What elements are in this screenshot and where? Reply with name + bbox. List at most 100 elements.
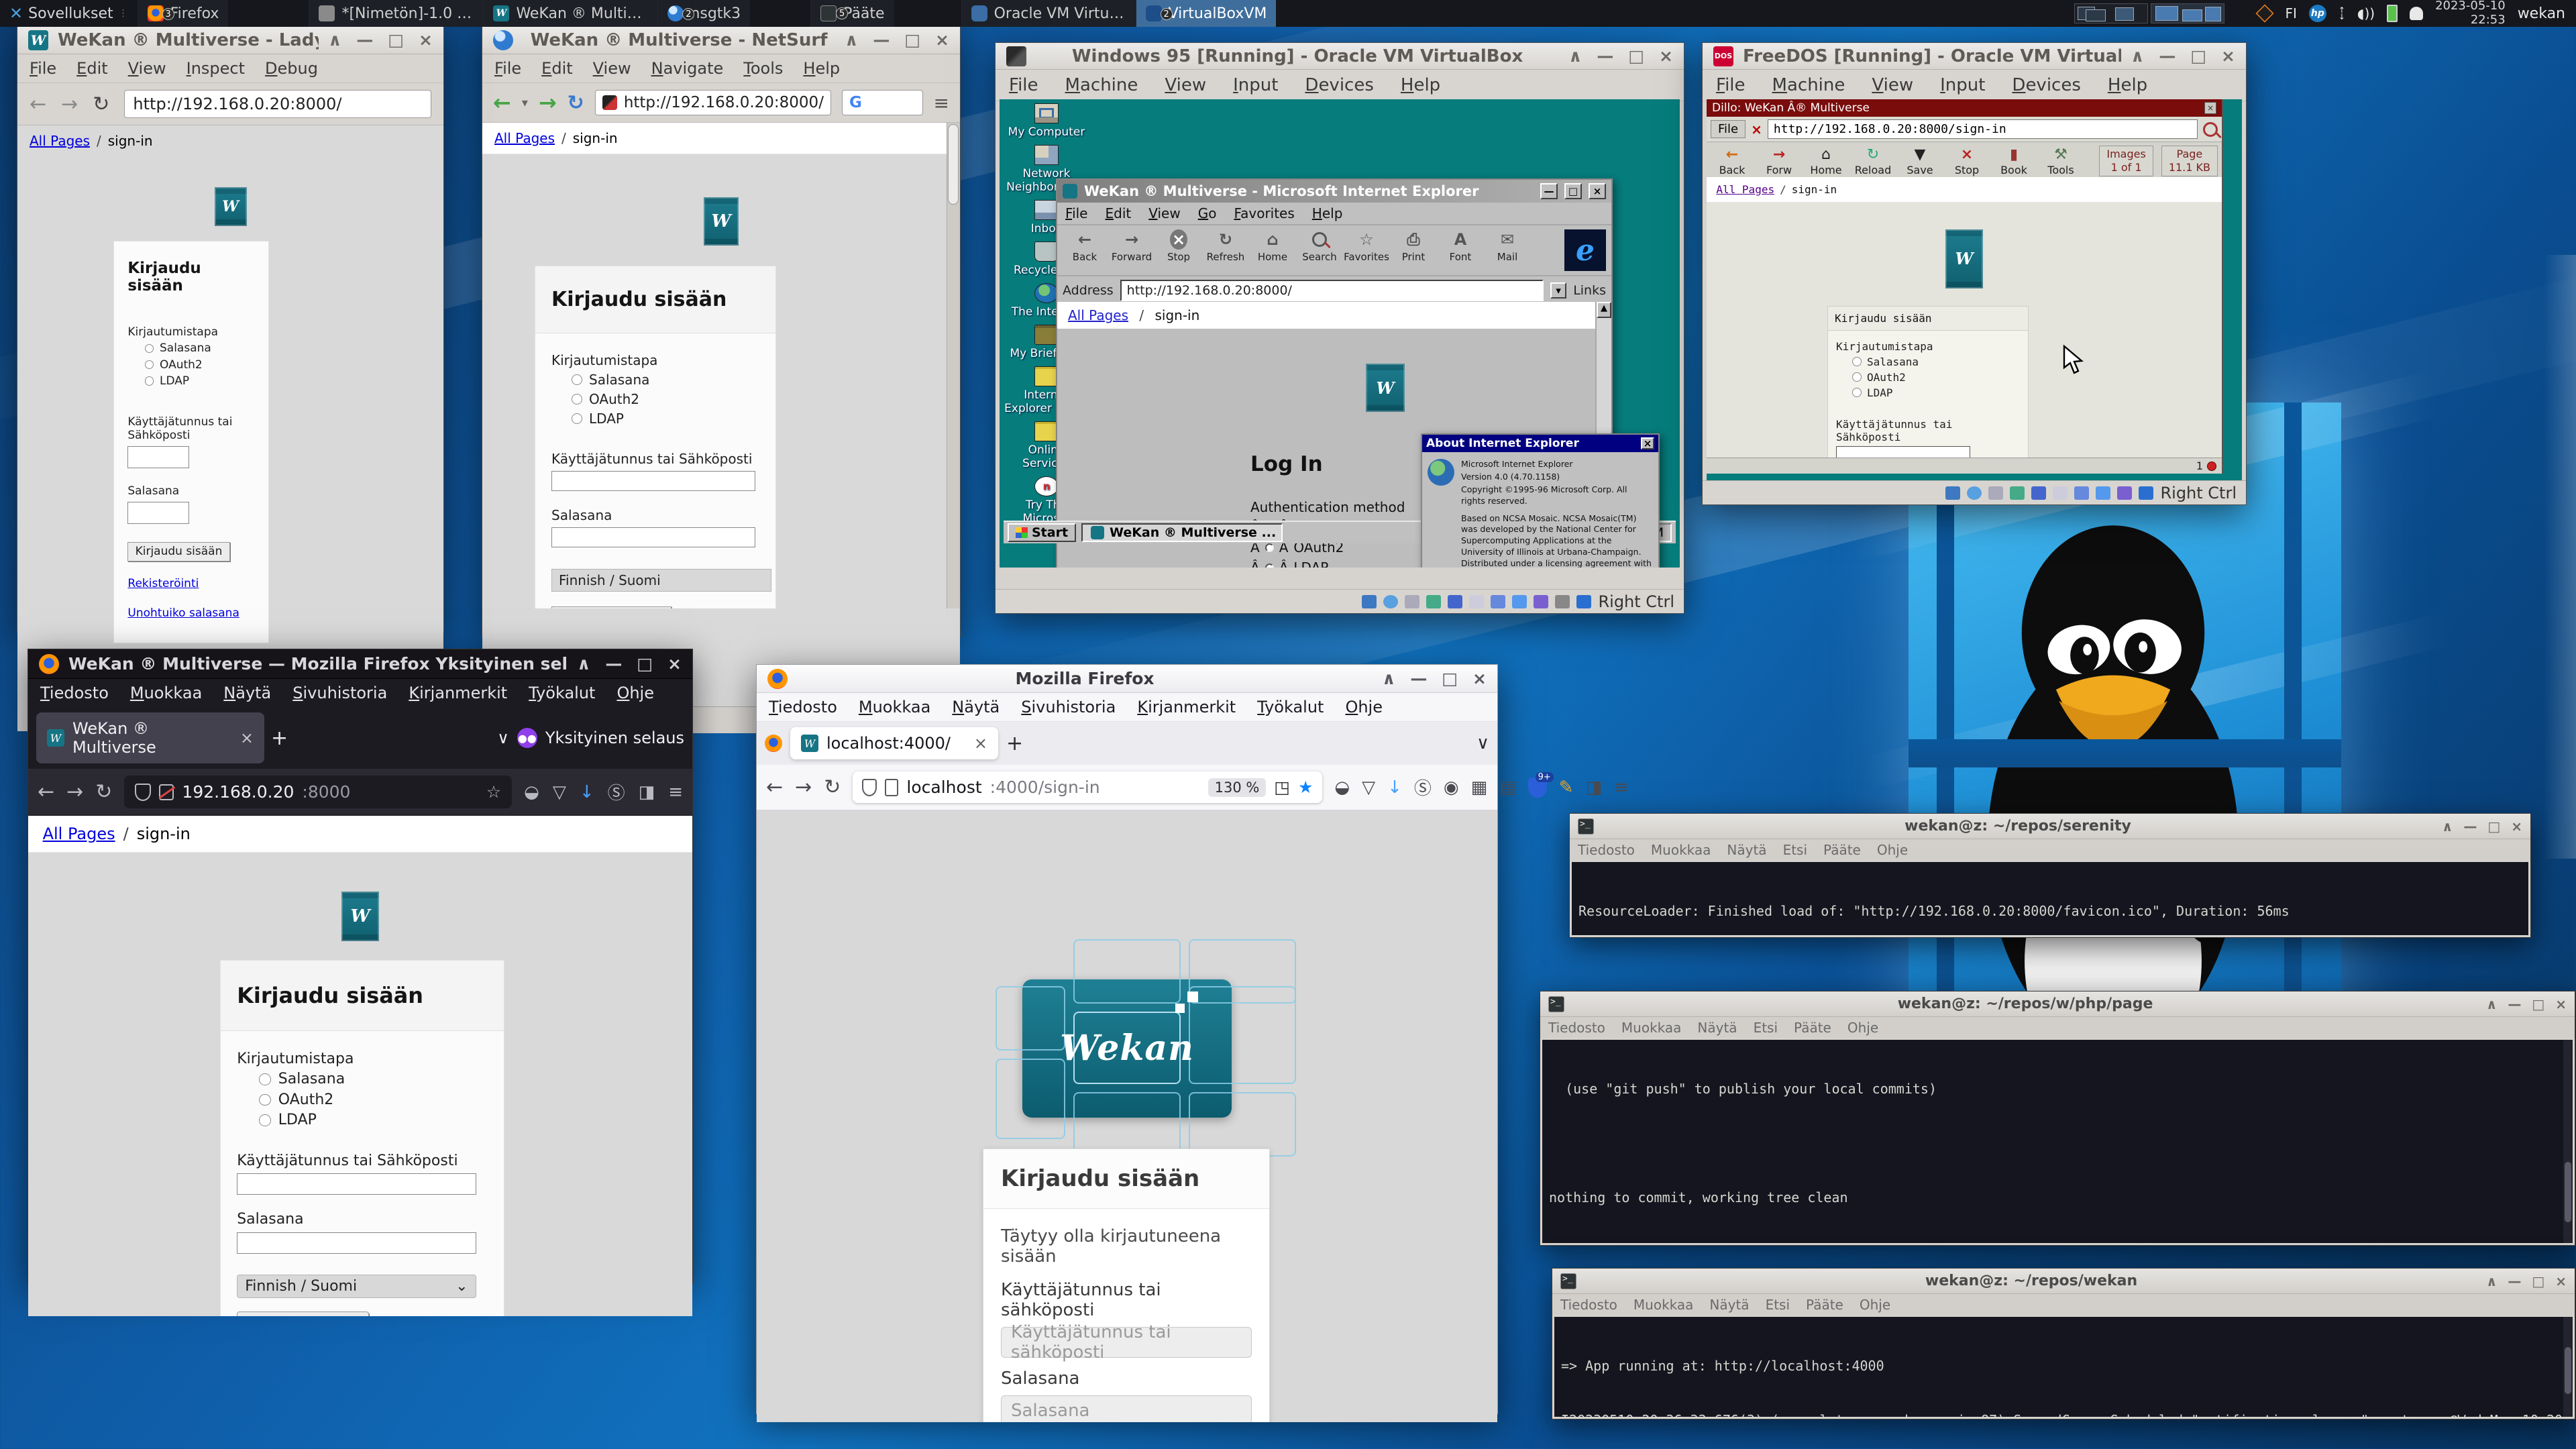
scrollbar-thumb[interactable] bbox=[2565, 1347, 2571, 1394]
menu-file[interactable]: File bbox=[1716, 75, 1746, 95]
mouse-icon[interactable] bbox=[1576, 595, 1591, 608]
menu-nayta[interactable]: Näytä bbox=[1727, 842, 1766, 858]
address-input[interactable]: http://192.168.0.20:8000/ bbox=[1120, 280, 1544, 301]
card-icon[interactable]: ▤ bbox=[1499, 777, 1516, 798]
username-input[interactable] bbox=[237, 1173, 476, 1195]
menu-ohje[interactable]: Ohje bbox=[1877, 842, 1908, 858]
start-button[interactable]: Start bbox=[1008, 523, 1076, 542]
menu-nayta[interactable]: Näytä bbox=[1709, 1297, 1749, 1313]
menu-machine[interactable]: Machine bbox=[1065, 75, 1138, 95]
title-bar[interactable]: W WeKan ® Multiverse - Ladybird ∧ — □ × bbox=[17, 26, 443, 54]
menu-tiedosto[interactable]: Tiedosto bbox=[769, 698, 837, 716]
taskbar-wekan-ladybird[interactable]: W WeKan ® Multiverse - L... bbox=[483, 0, 657, 27]
ie-title-bar[interactable]: WeKan ® Multiverse - Microsoft Internet … bbox=[1057, 180, 1611, 203]
icon-my-computer[interactable]: My Computer bbox=[1004, 103, 1089, 139]
close-button[interactable]: × bbox=[2555, 996, 2567, 1012]
url-bar[interactable]: 192.168.0.20:8000 ☆ bbox=[124, 775, 512, 808]
sponsor-icon[interactable]: Ⓢ bbox=[608, 780, 625, 804]
shade-button[interactable]: ∧ bbox=[577, 654, 590, 674]
reader-mode-icon[interactable]: ◳ bbox=[1274, 777, 1290, 797]
breadcrumb-all-pages-link[interactable]: All Pages bbox=[30, 133, 90, 149]
workspace-2-active[interactable] bbox=[2151, 3, 2224, 23]
menu-nayta[interactable]: Näytä bbox=[1697, 1020, 1737, 1036]
menu-tiedosto[interactable]: Tiedosto bbox=[1548, 1020, 1605, 1036]
shade-button[interactable]: ∧ bbox=[328, 30, 341, 50]
title-bar[interactable]: Windows 95 [Running] - Oracle VM Virtual… bbox=[996, 43, 1684, 70]
shade-button[interactable]: ∧ bbox=[1568, 46, 1582, 66]
reload-icon[interactable]: ↻ bbox=[95, 780, 112, 804]
menu-ohje[interactable]: Ohje bbox=[1847, 1020, 1878, 1036]
taskbar-virtualbox-manager[interactable]: Oracle VM VirtualBox M... bbox=[961, 0, 1136, 27]
menu-muokkaa[interactable]: Muokkaa bbox=[1621, 1020, 1682, 1036]
radio-icon[interactable] bbox=[572, 394, 582, 405]
shared-folder-icon[interactable] bbox=[1491, 595, 1505, 608]
vertical-scrollbar[interactable] bbox=[947, 123, 960, 608]
new-tab-button[interactable]: + bbox=[271, 727, 288, 750]
radio-icon[interactable] bbox=[1852, 388, 1862, 397]
menu-muokkaa[interactable]: Muokkaa bbox=[859, 698, 930, 716]
menu-sivuhistoria[interactable]: Sivuhistoria bbox=[1021, 698, 1116, 716]
breadcrumb-all-pages-link[interactable]: All Pages bbox=[1716, 183, 1774, 196]
sound-icon[interactable]: ◉ bbox=[1444, 777, 1459, 798]
back-icon[interactable]: ← bbox=[38, 780, 54, 804]
menu-help[interactable]: Help bbox=[2108, 75, 2147, 95]
radio-icon[interactable] bbox=[145, 344, 154, 354]
menu-debug[interactable]: Debug bbox=[265, 59, 318, 78]
shared-folder-icon[interactable] bbox=[2074, 486, 2089, 500]
app-menu-icon[interactable]: ≡ bbox=[1614, 777, 1629, 798]
breadcrumb-all-pages-link[interactable]: All Pages bbox=[1068, 307, 1128, 323]
taskbar-wekan-task[interactable]: WeKan ® Multiverse ... bbox=[1081, 523, 1283, 542]
app-menu-icon[interactable]: ≡ bbox=[668, 782, 683, 802]
password-input[interactable] bbox=[237, 1232, 476, 1254]
workspace-switcher[interactable] bbox=[2074, 3, 2224, 23]
radio-icon[interactable] bbox=[1265, 543, 1274, 552]
mouse-icon[interactable] bbox=[2139, 486, 2153, 500]
terminal-scrollbar[interactable] bbox=[2563, 1317, 2573, 1417]
audio-icon[interactable] bbox=[1426, 595, 1441, 608]
menu-inspect[interactable]: Inspect bbox=[186, 59, 245, 78]
radio-icon[interactable] bbox=[572, 413, 582, 424]
search-button[interactable]: Search bbox=[1297, 229, 1342, 263]
clear-url-icon[interactable]: × bbox=[1751, 121, 1762, 138]
extension-icon[interactable]: ◨ bbox=[1586, 777, 1603, 798]
taskbar-nsgtk3[interactable]: 2 nsgtk3 bbox=[657, 0, 750, 27]
menu-help[interactable]: Help bbox=[1401, 75, 1440, 95]
ie-maximize-button[interactable]: □ bbox=[1564, 183, 1582, 199]
title-bar[interactable]: DOS FreeDOS [Running] - Oracle VM Virtua… bbox=[1703, 43, 2246, 70]
username-input[interactable] bbox=[1836, 446, 1970, 458]
radio-icon[interactable] bbox=[1852, 372, 1862, 382]
notifications-tray-icon[interactable] bbox=[2410, 7, 2423, 20]
radio-icon[interactable] bbox=[1265, 564, 1274, 568]
forward-icon[interactable]: → bbox=[66, 780, 83, 804]
back-icon[interactable]: ← bbox=[30, 93, 46, 116]
taskbar-virtualboxvm[interactable]: 2 VirtualBoxVM bbox=[1136, 0, 1277, 27]
refresh-button[interactable]: ↻Refresh bbox=[1203, 229, 1248, 263]
dillo-close-button[interactable]: × bbox=[2204, 102, 2216, 114]
recording-icon[interactable] bbox=[2117, 486, 2132, 500]
url-input[interactable]: http://192.168.0.20:8000/sign-in bbox=[1768, 119, 2198, 139]
font-button[interactable]: AFont bbox=[1438, 229, 1483, 263]
menu-edit[interactable]: Edit bbox=[541, 59, 572, 78]
hdd-icon[interactable] bbox=[1945, 486, 1960, 500]
title-bar[interactable]: >_ wekan@z: ~/repos/serenity ∧ — □ × bbox=[1570, 814, 2530, 839]
maximize-button[interactable]: □ bbox=[2190, 46, 2206, 66]
menu-sivuhistoria[interactable]: Sivuhistoria bbox=[292, 684, 387, 702]
title-bar[interactable]: WeKan ® Multiverse - NetSurf ∧ — □ × bbox=[482, 26, 960, 54]
forward-icon[interactable]: → bbox=[539, 90, 557, 115]
tab-list-chevron-icon[interactable]: ∨ bbox=[497, 729, 509, 747]
url-bar[interactable]: http://192.168.0.20:8000/ bbox=[595, 90, 831, 115]
floppy-icon[interactable] bbox=[1988, 486, 2003, 500]
forward-icon[interactable]: → bbox=[795, 775, 812, 799]
language-select[interactable]: Finnish / Suomi bbox=[551, 569, 771, 592]
active-tab[interactable]: W WeKan ® Multiverse × bbox=[36, 712, 264, 763]
menu-view[interactable]: View bbox=[1148, 205, 1180, 221]
maximize-button[interactable]: □ bbox=[904, 30, 920, 50]
shield-settings-icon[interactable]: ▽ bbox=[553, 782, 566, 802]
maximize-button[interactable]: □ bbox=[637, 654, 653, 674]
shade-button[interactable]: ∧ bbox=[2131, 46, 2144, 66]
menu-ohje[interactable]: Ohje bbox=[1860, 1297, 1890, 1313]
menu-view[interactable]: View bbox=[1165, 75, 1206, 95]
shade-button[interactable]: ∧ bbox=[1382, 669, 1395, 688]
menu-muokkaa[interactable]: Muokkaa bbox=[1651, 842, 1711, 858]
menu-help[interactable]: Help bbox=[803, 59, 840, 78]
